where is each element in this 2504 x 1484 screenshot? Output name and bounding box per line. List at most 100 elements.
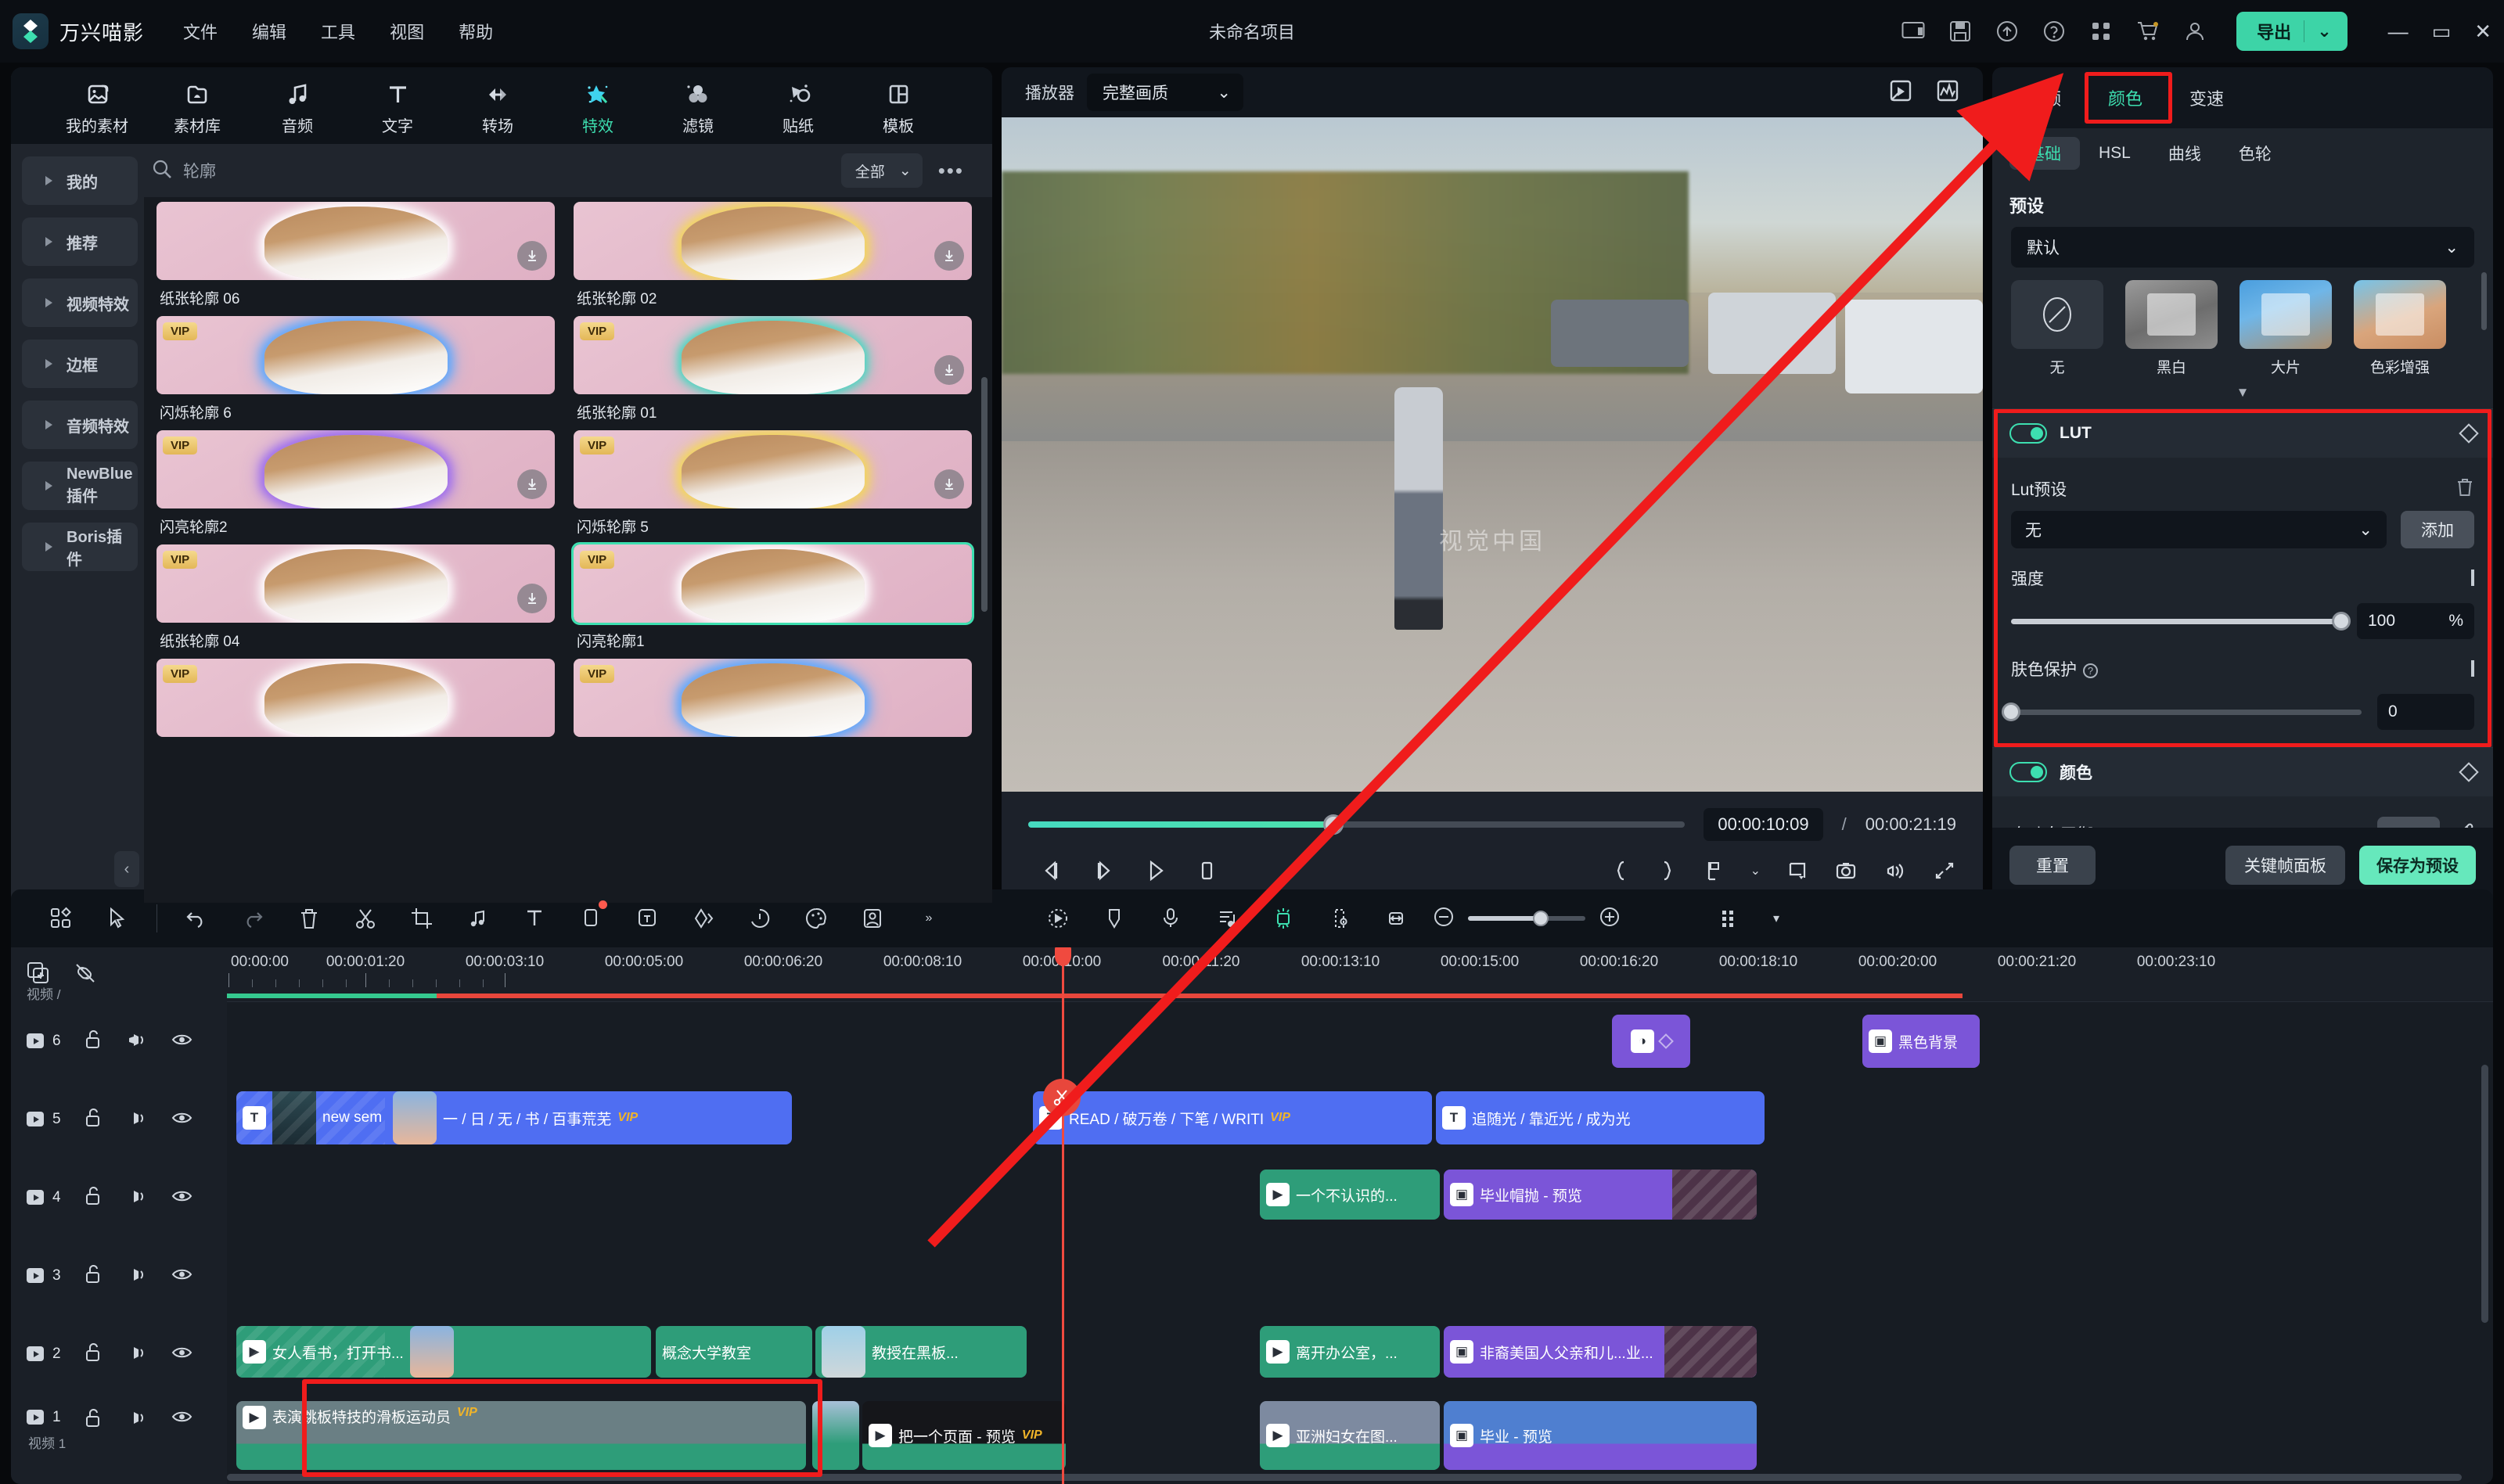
zoom-slider[interactable] — [1468, 911, 1585, 926]
lut-keyframe-button[interactable] — [2459, 423, 2479, 444]
preset-scrollbar[interactable] — [2481, 272, 2487, 330]
sidebar-item-recommended[interactable]: 推荐 — [22, 217, 138, 266]
visibility-icon[interactable] — [171, 1187, 194, 1209]
effect-card[interactable]: 纸张轮廓 02 — [574, 202, 972, 308]
unlink-icon[interactable] — [72, 960, 99, 990]
mute-icon[interactable] — [125, 1407, 149, 1432]
tab-transition[interactable]: 转场 — [448, 76, 548, 136]
sidebar-item-newblue[interactable]: NewBlue插件 — [22, 462, 138, 510]
effect-card[interactable]: VIP 闪亮轮廓2 — [156, 430, 555, 537]
track-lane-5[interactable]: T new sem 一 / 日 / 无 / 书 / 百事荒芜 VIP T REA… — [227, 1080, 2493, 1159]
tab-filter[interactable]: 滤镜 — [648, 76, 748, 136]
download-icon[interactable] — [934, 469, 964, 499]
mark-in-icon[interactable] — [1611, 859, 1632, 882]
slider-handle[interactable] — [2332, 612, 2351, 631]
timeline-clip[interactable]: 概念大学教室 — [656, 1326, 812, 1378]
lut-intensity-slider[interactable] — [2011, 612, 2351, 631]
lock-icon[interactable] — [83, 1107, 103, 1133]
more-options-icon[interactable]: ••• — [934, 159, 969, 183]
effect-card[interactable]: VIP 纸张轮廓 01 — [574, 316, 972, 422]
stop-icon[interactable] — [1194, 859, 1219, 882]
menu-item-help[interactable]: 帮助 — [459, 19, 493, 44]
fullscreen-icon[interactable] — [1933, 859, 1956, 882]
undo-icon[interactable] — [182, 904, 211, 933]
slider-handle[interactable] — [2002, 702, 2020, 721]
trash-icon[interactable] — [2455, 477, 2474, 501]
split-marker-icon[interactable] — [1043, 1079, 1081, 1116]
sidebar-item-border[interactable]: 边框 — [22, 340, 138, 388]
mute-icon[interactable] — [125, 1108, 149, 1132]
user-icon[interactable] — [2182, 18, 2208, 45]
search-input[interactable]: 轮廓 — [183, 159, 216, 182]
timeline-clip-selected[interactable]: ▶ 表演跳板特技的滑板运动员 VIP — [236, 1401, 806, 1470]
menu-item-edit[interactable]: 编辑 — [252, 19, 286, 44]
speed-icon[interactable] — [745, 904, 775, 933]
menu-item-view[interactable]: 视图 — [390, 19, 424, 44]
grid-view-icon[interactable] — [46, 904, 76, 933]
effect-card[interactable]: VIP 纸张轮廓 04 — [156, 544, 555, 651]
timeline-clip[interactable]: T 追随光 / 靠近光 / 成为光 — [1436, 1091, 1765, 1144]
render-preview-icon[interactable] — [1887, 78, 1914, 107]
filter-dropdown[interactable]: 全部 ⌄ — [840, 153, 923, 188]
timeline-tracks-area[interactable]: 00:00:00 00:00:01:20 00:00:03:10 00:00:0… — [227, 947, 2493, 1484]
prev-frame-icon[interactable] — [1039, 859, 1064, 882]
auto-highlight-icon[interactable] — [1268, 904, 1298, 933]
subtab-colorwheel[interactable]: 色轮 — [2220, 137, 2290, 170]
download-icon[interactable] — [934, 355, 964, 385]
volume-icon[interactable] — [1883, 859, 1908, 882]
skin-protect-field[interactable]: 0 — [2377, 694, 2474, 730]
waveform-icon[interactable] — [1934, 78, 1961, 107]
skin-protect-slider[interactable] — [2002, 702, 2362, 721]
timeline-clip[interactable]: T new sem 一 / 日 / 无 / 书 / 百事荒芜 VIP — [236, 1091, 792, 1144]
sidebar-item-video-effects[interactable]: 视频特效 — [22, 278, 138, 327]
audio-mixer-icon[interactable] — [1212, 904, 1242, 933]
mute-icon[interactable] — [125, 1186, 149, 1210]
lut-intensity-field[interactable]: 100 % — [2357, 603, 2474, 639]
tab-text[interactable]: 文字 — [347, 76, 448, 136]
effects-scrollbar[interactable] — [981, 377, 988, 612]
color-toggle[interactable] — [2009, 762, 2047, 782]
keyframe-panel-button[interactable]: 关键帧面板 — [2225, 846, 2345, 885]
more-icon[interactable]: » — [914, 904, 944, 933]
tab-video[interactable]: 视频 — [2003, 77, 2085, 118]
lut-preset-dropdown[interactable]: 无 ⌄ — [2011, 511, 2387, 548]
motion-tracking-icon[interactable] — [1043, 904, 1073, 933]
tab-library[interactable]: 素材库 — [147, 76, 247, 136]
lock-icon[interactable] — [83, 1029, 103, 1055]
mute-icon[interactable] — [125, 1029, 149, 1054]
download-icon[interactable] — [517, 584, 547, 613]
current-timecode[interactable]: 00:00:10:09 — [1704, 808, 1823, 841]
preset-item-cinematic[interactable]: 大片 — [2240, 280, 2332, 377]
menu-item-file[interactable]: 文件 — [183, 19, 218, 44]
lock-icon[interactable] — [83, 1263, 103, 1289]
tab-effects[interactable]: 特效 — [548, 76, 648, 136]
chevron-down-icon[interactable]: ▾ — [1761, 904, 1791, 933]
redo-icon[interactable] — [238, 904, 268, 933]
visibility-icon[interactable] — [171, 1109, 194, 1131]
sidebar-item-boris[interactable]: Boris插件 — [22, 523, 138, 571]
chevron-down-icon[interactable]: ⌄ — [1750, 863, 1761, 879]
voiceover-icon[interactable] — [1156, 904, 1185, 933]
chevron-down-icon[interactable]: ⌄ — [2317, 21, 2342, 41]
timeline-settings-icon[interactable] — [1715, 904, 1745, 933]
preset-item-vivid[interactable]: 色彩增强 — [2354, 280, 2446, 377]
grid-apps-icon[interactable] — [2088, 18, 2114, 45]
timeline-clip[interactable]: T READ / 破万卷 / 下笔 / WRITI VIP — [1033, 1091, 1432, 1144]
close-button[interactable]: ✕ — [2474, 20, 2491, 44]
effect-card[interactable]: VIP 闪烁轮廓 6 — [156, 316, 555, 422]
zoom-in-icon[interactable] — [1598, 905, 1621, 932]
fit-timeline-icon[interactable] — [1381, 904, 1411, 933]
download-icon[interactable] — [517, 241, 547, 271]
chroma-key-icon[interactable] — [1325, 904, 1355, 933]
keyframe-icon[interactable] — [689, 904, 718, 933]
video-stage[interactable]: 视觉中国 — [1002, 117, 1983, 792]
timeline-clip[interactable]: ▶ 一个不认识的... — [1260, 1170, 1440, 1220]
select-tool-icon[interactable] — [103, 904, 132, 933]
timeline-clip[interactable]: ▣ 非裔美国人父亲和儿...业... — [1444, 1326, 1757, 1378]
crop-icon[interactable] — [1786, 859, 1809, 882]
auto-white-balance-button[interactable]: 自动 — [2377, 817, 2440, 828]
effect-card[interactable]: VIP — [574, 659, 972, 737]
skin-keyframe-button[interactable] — [2471, 660, 2474, 677]
maximize-button[interactable]: ▭ — [2432, 20, 2452, 44]
next-frame-icon[interactable] — [1091, 859, 1116, 882]
